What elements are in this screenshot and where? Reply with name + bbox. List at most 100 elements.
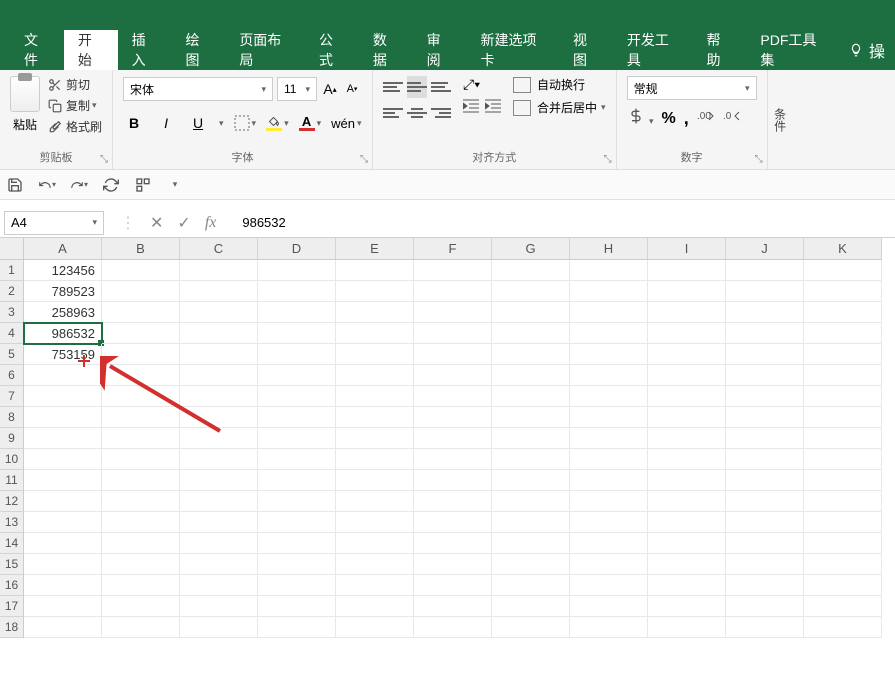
- cell[interactable]: [648, 281, 726, 302]
- cell[interactable]: [726, 344, 804, 365]
- cell[interactable]: [180, 344, 258, 365]
- cell[interactable]: [414, 533, 492, 554]
- column-header[interactable]: C: [180, 238, 258, 260]
- cell[interactable]: [258, 554, 336, 575]
- cell[interactable]: [180, 617, 258, 638]
- cell[interactable]: [804, 407, 882, 428]
- tab-insert[interactable]: 插入: [118, 30, 172, 70]
- percent-button[interactable]: %: [662, 110, 676, 128]
- cell[interactable]: [180, 365, 258, 386]
- cell[interactable]: [648, 260, 726, 281]
- cell[interactable]: [804, 554, 882, 575]
- increase-font-button[interactable]: A▴: [321, 77, 339, 101]
- row-header[interactable]: 1: [0, 260, 24, 281]
- number-dialog-launcher[interactable]: ⤡: [755, 154, 763, 165]
- cell[interactable]: [570, 554, 648, 575]
- italic-button[interactable]: I: [155, 111, 177, 135]
- cell[interactable]: [24, 386, 102, 407]
- orientation-button[interactable]: ⤢▾: [463, 76, 480, 93]
- cell[interactable]: 789523: [24, 281, 102, 302]
- cell[interactable]: [804, 260, 882, 281]
- cell[interactable]: [726, 407, 804, 428]
- cell[interactable]: [180, 512, 258, 533]
- cell[interactable]: [570, 470, 648, 491]
- cell[interactable]: [804, 596, 882, 617]
- accounting-format-button[interactable]: ▾: [627, 108, 654, 129]
- cell[interactable]: [414, 617, 492, 638]
- cell[interactable]: [180, 575, 258, 596]
- column-header[interactable]: G: [492, 238, 570, 260]
- cell[interactable]: [726, 617, 804, 638]
- cell[interactable]: [726, 281, 804, 302]
- column-header[interactable]: J: [726, 238, 804, 260]
- row-header[interactable]: 7: [0, 386, 24, 407]
- cell[interactable]: [648, 302, 726, 323]
- cancel-formula-button[interactable]: ✕: [150, 213, 163, 233]
- cell[interactable]: [726, 491, 804, 512]
- cell[interactable]: [570, 491, 648, 512]
- cell[interactable]: [336, 428, 414, 449]
- cell[interactable]: [258, 491, 336, 512]
- cell[interactable]: [180, 491, 258, 512]
- cell[interactable]: [258, 428, 336, 449]
- tab-formulas[interactable]: 公式: [305, 30, 359, 70]
- paste-button[interactable]: 粘贴: [10, 76, 40, 145]
- tab-page-layout[interactable]: 页面布局: [225, 30, 305, 70]
- cell[interactable]: [180, 260, 258, 281]
- cell[interactable]: [726, 533, 804, 554]
- cell[interactable]: [414, 449, 492, 470]
- cell[interactable]: [804, 449, 882, 470]
- cell[interactable]: [102, 533, 180, 554]
- cell[interactable]: [648, 575, 726, 596]
- fill-color-button[interactable]: ▾: [266, 116, 289, 131]
- cell[interactable]: [24, 491, 102, 512]
- cell[interactable]: [570, 617, 648, 638]
- tab-draw[interactable]: 绘图: [171, 30, 225, 70]
- cell[interactable]: [492, 344, 570, 365]
- cell[interactable]: [258, 323, 336, 344]
- cell[interactable]: [102, 617, 180, 638]
- cell[interactable]: [24, 512, 102, 533]
- cell[interactable]: [648, 449, 726, 470]
- cell[interactable]: [414, 470, 492, 491]
- cell[interactable]: [258, 470, 336, 491]
- cell[interactable]: [414, 428, 492, 449]
- align-top-button[interactable]: [383, 76, 403, 98]
- column-header[interactable]: D: [258, 238, 336, 260]
- cell[interactable]: [570, 365, 648, 386]
- tab-review[interactable]: 审阅: [413, 30, 467, 70]
- cell[interactable]: [24, 407, 102, 428]
- cell[interactable]: [570, 386, 648, 407]
- cell[interactable]: [336, 386, 414, 407]
- cell[interactable]: [180, 533, 258, 554]
- cell[interactable]: [102, 554, 180, 575]
- cell[interactable]: [414, 407, 492, 428]
- cell[interactable]: [492, 491, 570, 512]
- row-header[interactable]: 18: [0, 617, 24, 638]
- cell[interactable]: [492, 386, 570, 407]
- align-left-button[interactable]: [383, 102, 403, 124]
- cell[interactable]: [180, 281, 258, 302]
- cell[interactable]: [24, 554, 102, 575]
- align-right-button[interactable]: [431, 102, 451, 124]
- cell[interactable]: [648, 512, 726, 533]
- cell[interactable]: [336, 617, 414, 638]
- cell[interactable]: [804, 365, 882, 386]
- cell[interactable]: [414, 302, 492, 323]
- tab-home[interactable]: 开始: [64, 30, 118, 70]
- cell[interactable]: [414, 596, 492, 617]
- cell[interactable]: [492, 512, 570, 533]
- cell[interactable]: [336, 260, 414, 281]
- cell[interactable]: [492, 533, 570, 554]
- alignment-dialog-launcher[interactable]: ⤡: [604, 154, 612, 165]
- cell[interactable]: [570, 302, 648, 323]
- tell-me[interactable]: 操: [839, 38, 895, 62]
- cell[interactable]: [726, 428, 804, 449]
- align-middle-button[interactable]: [407, 76, 427, 98]
- cell[interactable]: [570, 323, 648, 344]
- row-header[interactable]: 3: [0, 302, 24, 323]
- row-header[interactable]: 14: [0, 533, 24, 554]
- cell[interactable]: [102, 575, 180, 596]
- cell[interactable]: [258, 281, 336, 302]
- refresh-button[interactable]: [102, 176, 120, 194]
